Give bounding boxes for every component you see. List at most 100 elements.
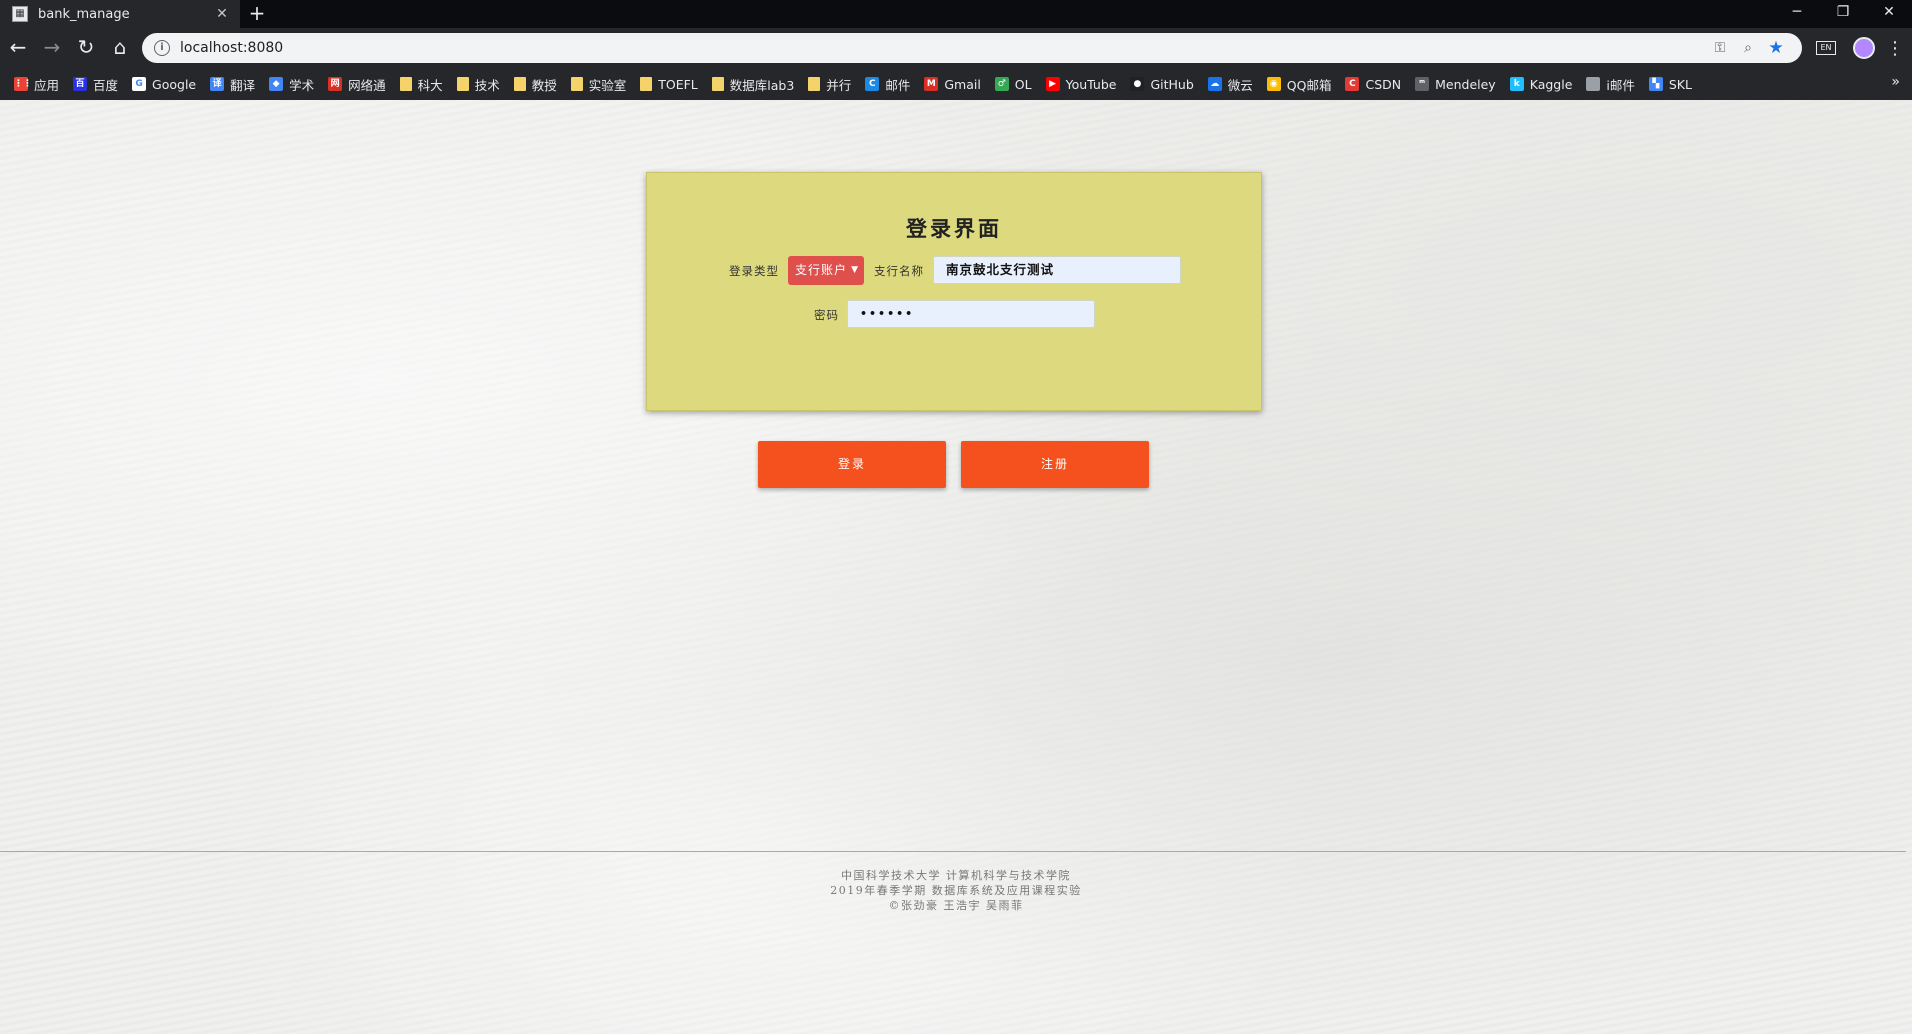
bookmark-label: 并行 bbox=[826, 77, 852, 93]
forward-icon[interactable]: → bbox=[36, 32, 68, 64]
bookmark-item[interactable]: ▚ SKL bbox=[1643, 72, 1700, 96]
new-tab-button[interactable]: + bbox=[240, 0, 274, 28]
browser-menu-icon[interactable]: ⋮ bbox=[1885, 38, 1905, 59]
bookmark-label: YouTube bbox=[1065, 76, 1117, 92]
folder-icon bbox=[399, 77, 412, 91]
bookmark-label: 数据库lab3 bbox=[729, 77, 795, 93]
gmail-icon: M bbox=[924, 77, 939, 91]
bookmark-item[interactable]: 数据库lab3 bbox=[706, 72, 803, 96]
mendeley-icon: ᵐ bbox=[1415, 77, 1430, 91]
page-content: 登录界面 登录类型 支行账户 ▼ 支行名称 南京鼓北支行测试 密码 ••••••… bbox=[0, 100, 1912, 1034]
bookmark-item[interactable]: G Google bbox=[126, 72, 204, 96]
bookmark-item[interactable]: ▶ YouTube bbox=[1040, 72, 1125, 96]
network-icon: 网 bbox=[328, 77, 343, 91]
bookmark-label: QQ邮箱 bbox=[1286, 77, 1332, 93]
bookmark-item[interactable]: i邮件 bbox=[1580, 72, 1642, 96]
bookmark-item[interactable]: ☁ 微云 bbox=[1202, 72, 1261, 96]
login-card: 登录界面 登录类型 支行账户 ▼ 支行名称 南京鼓北支行测试 密码 •••••• bbox=[646, 172, 1262, 411]
bookmark-label: 教授 bbox=[531, 77, 557, 93]
scholar-icon: ◆ bbox=[269, 77, 284, 91]
bookmark-item[interactable]: 译翻译 bbox=[204, 72, 263, 96]
password-input[interactable]: •••••• bbox=[847, 300, 1095, 328]
bookmark-label: Google bbox=[152, 76, 197, 92]
bookmark-label: 翻译 bbox=[230, 77, 256, 93]
weiyun-icon: ☁ bbox=[1207, 77, 1222, 91]
profile-avatar-icon[interactable] bbox=[1853, 37, 1875, 59]
zoom-icon[interactable]: ⌕ bbox=[1734, 40, 1762, 56]
bookmark-label: 科大 bbox=[417, 77, 443, 93]
bookmark-item[interactable]: C 邮件 bbox=[859, 72, 918, 96]
browser-tab-bar: ▦ bank_manage ✕ + ─ ❐ ✕ bbox=[0, 0, 1912, 28]
footer-line-1: 中国科学技术大学 计算机科学与技术学院 bbox=[841, 869, 1071, 882]
back-icon[interactable]: ← bbox=[2, 32, 34, 64]
login-button[interactable]: 登录 bbox=[758, 441, 946, 488]
window-controls: ─ ❐ ✕ bbox=[1774, 0, 1912, 28]
bookmark-label: 技术 bbox=[474, 77, 500, 93]
bookmark-label: i邮件 bbox=[1606, 77, 1635, 93]
close-tab-icon[interactable]: ✕ bbox=[214, 6, 230, 22]
close-window-icon[interactable]: ✕ bbox=[1866, 0, 1912, 28]
google-icon: G bbox=[132, 77, 147, 91]
mail-icon: C bbox=[865, 77, 880, 91]
bookmark-label: 微云 bbox=[1227, 77, 1253, 93]
bookmark-item[interactable]: 技术 bbox=[451, 72, 508, 96]
bookmark-item[interactable]: ◉ QQ邮箱 bbox=[1261, 72, 1340, 96]
url-text[interactable]: localhost:8080 bbox=[180, 40, 1706, 56]
bookmark-item[interactable]: ♂ OL bbox=[989, 72, 1040, 96]
folder-icon bbox=[808, 77, 821, 91]
bookmark-item[interactable]: k Kaggle bbox=[1504, 72, 1581, 96]
browser-toolbar: ← → ↻ ⌂ i localhost:8080 ⚿ ⌕ ★ EN ⋮ bbox=[0, 28, 1912, 68]
footer-line-2: 2019年春季学期 数据库系统及应用课程实验 bbox=[830, 884, 1082, 897]
bookmark-label: OL bbox=[1014, 76, 1032, 92]
bookmark-label: 百度 bbox=[93, 77, 119, 93]
folder-icon bbox=[456, 77, 469, 91]
bookmark-label: Gmail bbox=[944, 76, 981, 92]
csdn-icon: C bbox=[1345, 77, 1360, 91]
login-type-value: 支行账户 bbox=[795, 263, 848, 277]
bookmarks-overflow-icon[interactable]: » bbox=[1891, 74, 1900, 90]
translate-icon: 译 bbox=[210, 77, 225, 91]
bookmark-item[interactable]: 百百度 bbox=[67, 72, 126, 96]
browser-tab[interactable]: ▦ bank_manage ✕ bbox=[0, 0, 240, 28]
tab-title: bank_manage bbox=[38, 6, 130, 22]
address-bar[interactable]: i localhost:8080 ⚿ ⌕ ★ bbox=[142, 33, 1802, 63]
footer: 中国科学技术大学 计算机科学与技术学院 2019年春季学期 数据库系统及应用课程… bbox=[0, 868, 1912, 913]
branch-name-input[interactable]: 南京鼓北支行测试 bbox=[933, 256, 1181, 284]
bookmarks-bar: ⋮⋮ 应用百百度 G Google 译翻译 ◆ 学术网网络通 科大 技术 教授 实验室 TOEFL 数据… bbox=[0, 68, 1912, 100]
bookmark-label: CSDN bbox=[1365, 76, 1402, 92]
bookmark-item[interactable]: 并行 bbox=[802, 72, 859, 96]
minimize-icon[interactable]: ─ bbox=[1774, 0, 1820, 28]
bookmark-label: SKL bbox=[1668, 76, 1692, 92]
bookmark-label: GitHub bbox=[1150, 76, 1194, 92]
bookmark-item[interactable]: M Gmail bbox=[918, 72, 988, 96]
bookmark-item[interactable]: ⋮⋮ 应用 bbox=[8, 72, 67, 96]
bookmark-label: 实验室 bbox=[588, 77, 627, 93]
login-type-label: 登录类型 bbox=[729, 264, 779, 278]
bookmark-label: Mendeley bbox=[1435, 76, 1496, 92]
bookmark-item[interactable]: TOEFL bbox=[634, 72, 706, 96]
bookmark-item[interactable]: C CSDN bbox=[1339, 72, 1409, 96]
bookmark-item[interactable]: 网网络通 bbox=[322, 72, 394, 96]
password-label: 密码 bbox=[814, 308, 839, 322]
bookmark-label: 网络通 bbox=[348, 77, 386, 93]
home-icon[interactable]: ⌂ bbox=[104, 32, 136, 64]
login-type-select[interactable]: 支行账户 ▼ bbox=[788, 256, 864, 285]
reload-icon[interactable]: ↻ bbox=[70, 32, 102, 64]
bookmark-item[interactable]: ◆ 学术 bbox=[263, 72, 322, 96]
branch-name-label: 支行名称 bbox=[874, 264, 924, 278]
kaggle-icon: k bbox=[1509, 77, 1524, 91]
baidu-icon: 百 bbox=[73, 77, 88, 91]
ol-icon: ♂ bbox=[994, 77, 1009, 91]
bookmark-star-icon[interactable]: ★ bbox=[1762, 38, 1790, 58]
bookmark-item[interactable]: ᵐ Mendeley bbox=[1409, 72, 1504, 96]
bookmark-item[interactable]: 教授 bbox=[508, 72, 565, 96]
extension-icon[interactable]: EN bbox=[1816, 41, 1836, 55]
register-button[interactable]: 注册 bbox=[961, 441, 1149, 488]
bookmark-item[interactable]: 实验室 bbox=[565, 72, 635, 96]
apps-grid-icon: ⋮⋮ bbox=[14, 77, 32, 91]
restore-icon[interactable]: ❐ bbox=[1820, 0, 1866, 28]
key-icon[interactable]: ⚿ bbox=[1706, 40, 1734, 56]
bookmark-item[interactable]: 科大 bbox=[394, 72, 451, 96]
bookmark-item[interactable]: ● GitHub bbox=[1124, 72, 1201, 96]
site-info-icon[interactable]: i bbox=[154, 40, 170, 56]
